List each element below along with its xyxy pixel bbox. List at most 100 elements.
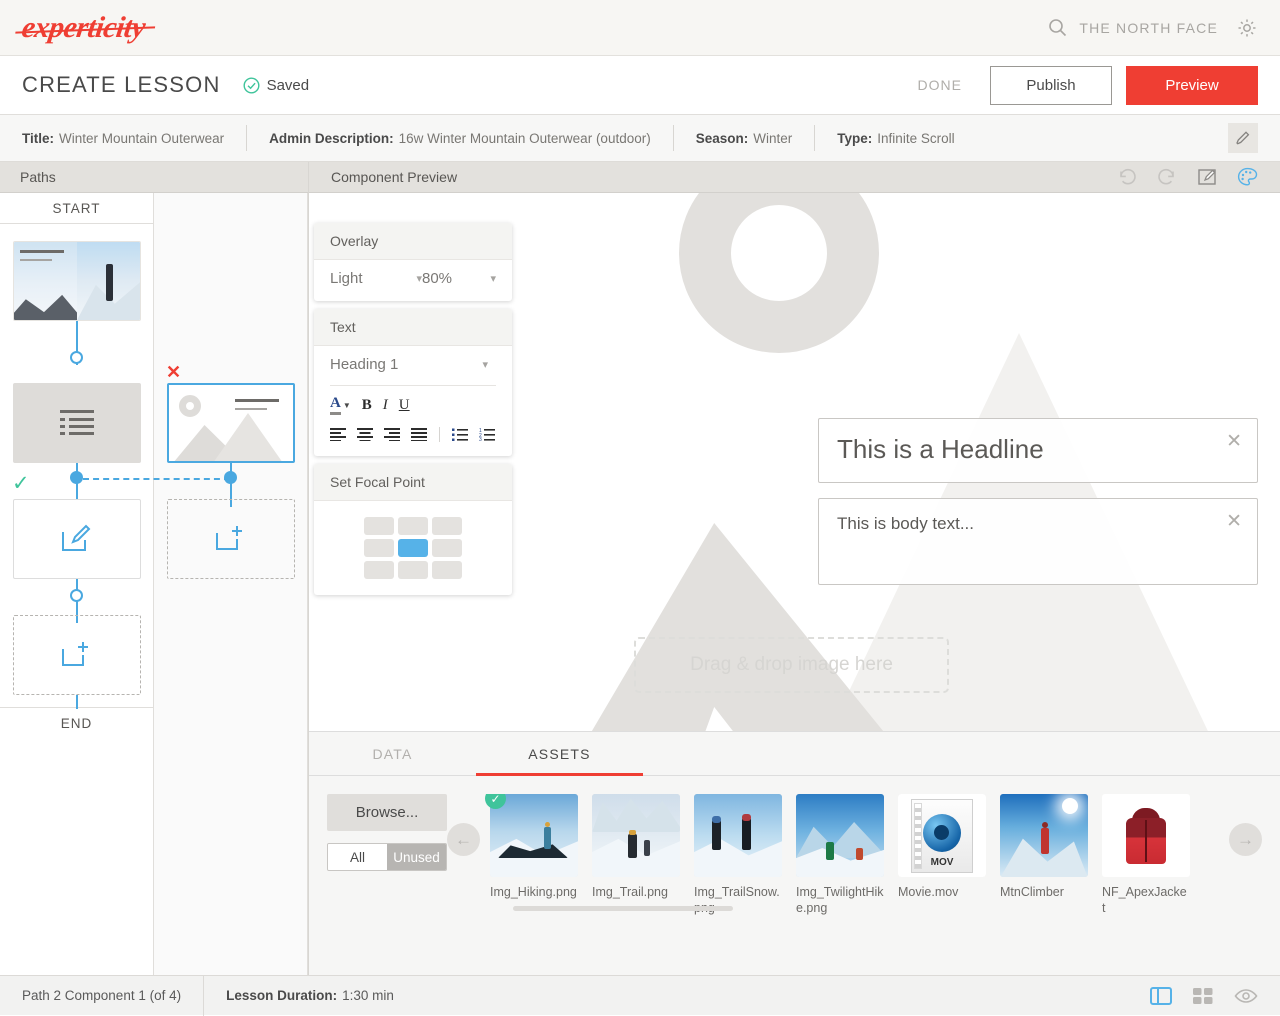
- focal-cell-1[interactable]: [398, 517, 428, 535]
- arrow-right-icon[interactable]: →: [1229, 823, 1262, 856]
- asset-item[interactable]: MOV Movie.mov: [898, 794, 986, 916]
- path1-node-edit-component[interactable]: [13, 499, 141, 579]
- search-value[interactable]: THE NORTH FACE: [1079, 20, 1218, 36]
- underline-icon[interactable]: U: [399, 397, 410, 414]
- preview-button[interactable]: Preview: [1126, 66, 1258, 105]
- undo-icon[interactable]: [1117, 167, 1137, 187]
- overlay-title: Overlay: [314, 223, 512, 260]
- asset-item[interactable]: MtnClimber: [1000, 794, 1088, 916]
- asset-item[interactable]: ✓ Img_Hiking.png: [490, 794, 578, 916]
- asset-item[interactable]: Img_Trail.png: [592, 794, 680, 916]
- filter-all-option[interactable]: All: [328, 844, 387, 870]
- asset-item[interactable]: Img_TwilightHike.png: [796, 794, 884, 916]
- headline-text-field[interactable]: This is a Headline ✕: [818, 418, 1258, 483]
- chevron-down-icon[interactable]: ▼: [343, 401, 351, 410]
- focal-cell-5[interactable]: [432, 539, 462, 557]
- asset-scrollbar[interactable]: [513, 906, 733, 911]
- bold-icon[interactable]: B: [362, 397, 372, 414]
- asset-thumbnail[interactable]: [1000, 794, 1088, 877]
- preview-panel-title: Component Preview: [331, 169, 457, 185]
- eye-preview-icon[interactable]: [1234, 987, 1258, 1005]
- overlay-opacity-select[interactable]: 80% ▾: [422, 270, 496, 287]
- align-justify-icon[interactable]: [411, 428, 427, 441]
- image-dropzone[interactable]: Drag & drop image here: [634, 637, 949, 693]
- body-value[interactable]: This is body text...: [819, 499, 1226, 550]
- delete-component-icon[interactable]: ✕: [166, 363, 181, 381]
- focal-cell-0[interactable]: [364, 517, 394, 535]
- redo-icon[interactable]: [1157, 167, 1177, 187]
- figure-head: [629, 830, 636, 835]
- add-component-icon: [213, 524, 249, 554]
- focal-point-grid: [330, 511, 496, 581]
- asset-thumbnail[interactable]: MOV: [898, 794, 986, 877]
- path1-connector-dot-1[interactable]: [70, 351, 83, 364]
- focal-cell-4[interactable]: [398, 539, 428, 557]
- focal-cell-2[interactable]: [432, 517, 462, 535]
- text-style-select[interactable]: Heading 1 ▾: [330, 356, 496, 373]
- search-icon[interactable]: [1048, 18, 1067, 37]
- overlay-style-select[interactable]: Light ▾: [330, 270, 422, 287]
- figure-pack-2: [742, 814, 751, 821]
- figure-pack: [712, 816, 721, 823]
- arrow-left-icon[interactable]: ←: [447, 823, 480, 856]
- body-text-field[interactable]: This is body text... ✕: [818, 498, 1258, 585]
- done-button[interactable]: DONE: [904, 69, 976, 101]
- snow-shape: [694, 836, 782, 878]
- path1-connector-dot-3[interactable]: [70, 589, 83, 602]
- figure-head: [1042, 822, 1048, 828]
- path1-branch-dot[interactable]: [70, 471, 83, 484]
- edit-meta-button[interactable]: [1228, 123, 1258, 153]
- asset-thumbnail[interactable]: [694, 794, 782, 877]
- focal-point-title: Set Focal Point: [314, 464, 512, 501]
- theme-palette-icon[interactable]: [1237, 167, 1258, 188]
- path1-node-add-component[interactable]: [13, 615, 141, 695]
- numbered-list-icon[interactable]: 123: [479, 428, 495, 441]
- tab-data[interactable]: DATA: [309, 732, 476, 775]
- action-buttons: DONE Publish Preview: [904, 66, 1258, 105]
- path1-node-list-component[interactable]: [13, 383, 141, 463]
- meta-divider: [814, 125, 815, 151]
- saved-label: Saved: [267, 77, 310, 94]
- path2-node-add-component[interactable]: [167, 499, 295, 579]
- experticity-logo[interactable]: experticity: [20, 11, 148, 45]
- font-color-icon[interactable]: A ▼: [330, 396, 351, 415]
- headline-value[interactable]: This is a Headline: [819, 419, 1226, 481]
- focal-cell-6[interactable]: [364, 561, 394, 579]
- split-view-icon[interactable]: [1150, 986, 1172, 1006]
- account-search[interactable]: THE NORTH FACE: [1048, 18, 1218, 37]
- bulleted-list-icon[interactable]: [452, 428, 468, 441]
- grid-view-icon[interactable]: [1192, 986, 1214, 1006]
- align-center-icon[interactable]: [357, 428, 373, 441]
- asset-name: Img_Trail.png: [592, 885, 680, 901]
- main-panel: Component Preview: [309, 162, 1280, 982]
- align-right-icon[interactable]: [384, 428, 400, 441]
- close-icon[interactable]: ✕: [1226, 419, 1257, 451]
- focal-cell-3[interactable]: [364, 539, 394, 557]
- thumb-placeholder-peak-2: [213, 413, 283, 461]
- italic-icon[interactable]: I: [383, 397, 388, 414]
- align-left-icon[interactable]: [330, 428, 346, 441]
- focal-cell-7[interactable]: [398, 561, 428, 579]
- asset-item[interactable]: Img_TrailSnow.png: [694, 794, 782, 916]
- focal-cell-8[interactable]: [432, 561, 462, 579]
- tab-assets[interactable]: ASSETS: [476, 732, 643, 775]
- asset-thumbnail[interactable]: [1102, 794, 1190, 877]
- drawer-tabs: DATA ASSETS: [309, 732, 1280, 776]
- path2-node-image-component[interactable]: [167, 383, 295, 463]
- asset-thumbnail[interactable]: [490, 794, 578, 877]
- browse-button[interactable]: Browse...: [327, 794, 447, 831]
- path2-branch-dot[interactable]: [224, 471, 237, 484]
- hero-thumb-left: [14, 242, 77, 320]
- close-icon[interactable]: ✕: [1226, 499, 1257, 531]
- asset-item[interactable]: NF_ApexJacket: [1102, 794, 1190, 916]
- asset-thumbnail[interactable]: [592, 794, 680, 877]
- path1-node-hero-thumbnail[interactable]: [13, 241, 141, 321]
- filter-unused-option[interactable]: Unused: [387, 844, 446, 870]
- edit-icon[interactable]: [1197, 167, 1217, 187]
- gear-icon[interactable]: [1236, 17, 1258, 39]
- component-position-label: Path 2 Component 1 (of 4): [22, 988, 181, 1003]
- publish-button[interactable]: Publish: [990, 66, 1112, 105]
- asset-thumbnail[interactable]: [796, 794, 884, 877]
- toolbar-divider: [439, 427, 440, 442]
- asset-image: [694, 794, 782, 877]
